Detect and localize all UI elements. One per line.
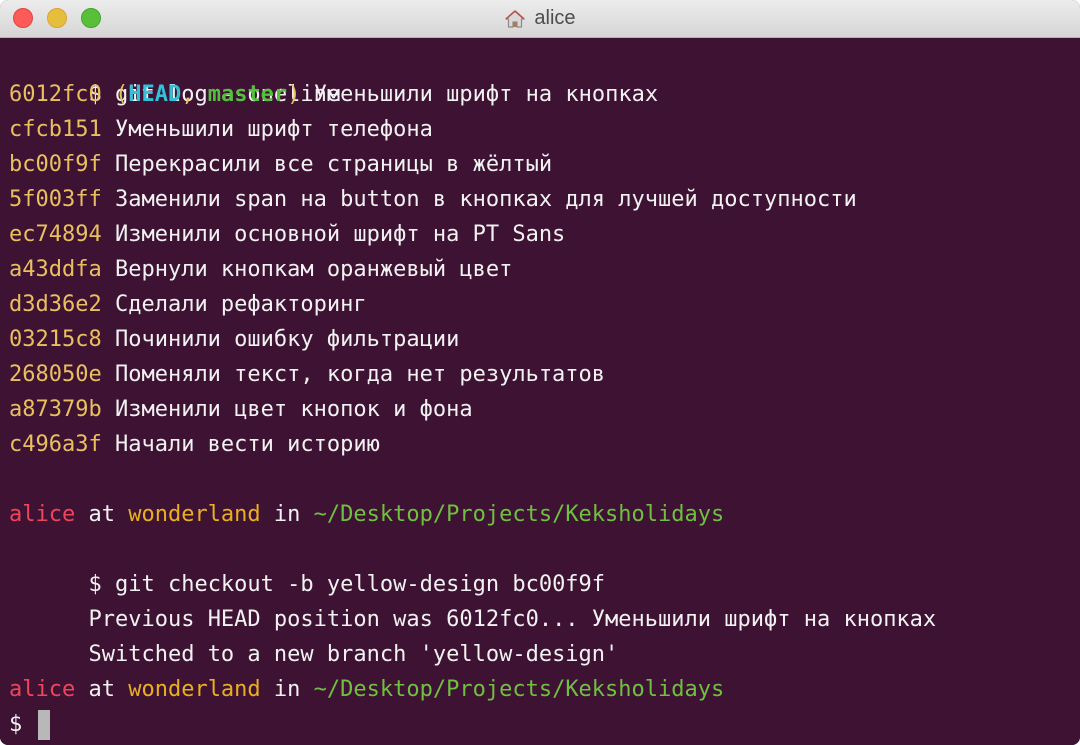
commit-message: Заменили span на button в кнопках для лу… bbox=[114, 187, 857, 212]
output-text: Switched to a new branch 'yellow-design' bbox=[88, 642, 619, 667]
terminal-window: alice $ git log --oneline 6012fc0 (HEAD,… bbox=[0, 0, 1080, 745]
prompt-symbol: $ bbox=[9, 712, 36, 737]
title-bar[interactable]: alice bbox=[0, 0, 1080, 38]
commit-message: Уменьшили шрифт на кнопках bbox=[313, 82, 659, 107]
commit-hash: d3d36e2 bbox=[9, 292, 102, 317]
prompt-in: in bbox=[260, 502, 314, 527]
commit-message: Сделали рефакторинг bbox=[114, 292, 367, 317]
prompt-path: ~/Desktop/Projects/Keksholidays bbox=[313, 677, 725, 702]
decoration-separator: , bbox=[181, 82, 208, 107]
commit-message: Уменьшили шрифт телефона bbox=[114, 117, 433, 142]
shell-prompt: alice at wonderland in ~/Desktop/Project… bbox=[9, 497, 1080, 532]
commit-message: Перекрасили все страницы в жёлтый bbox=[114, 152, 553, 177]
commit-message: Починили ошибку фильтрации bbox=[114, 327, 460, 352]
terminal-content[interactable]: $ git log --oneline 6012fc0 (HEAD, maste… bbox=[0, 38, 1080, 745]
log-entry: a43ddfa Вернули кнопкам оранжевый цвет bbox=[9, 252, 1080, 287]
commit-hash: 5f003ff bbox=[9, 187, 102, 212]
prompt-host: wonderland bbox=[128, 502, 261, 527]
commit-hash: a43ddfa bbox=[9, 257, 102, 282]
decoration-open: ( bbox=[114, 82, 129, 107]
log-entry: cfcb151 Уменьшили шрифт телефона bbox=[9, 112, 1080, 147]
head-ref: HEAD bbox=[128, 82, 182, 107]
commit-hash: a87379b bbox=[9, 397, 102, 422]
input-line[interactable]: $ bbox=[9, 707, 1080, 742]
log-entry: 5f003ff Заменили span на button в кнопка… bbox=[9, 182, 1080, 217]
commit-hash: bc00f9f bbox=[9, 152, 102, 177]
commit-message: Вернули кнопкам оранжевый цвет bbox=[114, 257, 513, 282]
prompt-path: ~/Desktop/Projects/Keksholidays bbox=[313, 502, 725, 527]
log-entry: bc00f9f Перекрасили все страницы в жёлты… bbox=[9, 147, 1080, 182]
text-cursor[interactable] bbox=[37, 710, 50, 740]
window-title-area: alice bbox=[0, 0, 1080, 37]
decoration-close: ) bbox=[287, 82, 301, 107]
commit-message: Начали вести историю bbox=[114, 432, 380, 457]
prompt-at: at bbox=[75, 677, 129, 702]
command-line: $ git log --oneline bbox=[9, 42, 1080, 107]
commit-hash: 03215c8 bbox=[9, 327, 102, 352]
commit-message: Изменили основной шрифт на PT Sans bbox=[114, 222, 566, 247]
log-entry: d3d36e2 Сделали рефакторинг bbox=[9, 287, 1080, 322]
commit-message: Изменили цвет кнопок и фона bbox=[114, 397, 473, 422]
commit-hash: c496a3f bbox=[9, 432, 102, 457]
prompt-user: alice bbox=[9, 677, 76, 702]
log-entry: 03215c8 Починили ошибку фильтрации bbox=[9, 322, 1080, 357]
command-text: $ git checkout -b yellow-design bc00f9f bbox=[88, 572, 606, 597]
commit-hash: ec74894 bbox=[9, 222, 102, 247]
prompt-host: wonderland bbox=[128, 677, 261, 702]
log-entry: 6012fc0 (HEAD, master) Уменьшили шрифт н… bbox=[9, 77, 1080, 112]
prompt-user: alice bbox=[9, 502, 76, 527]
log-entry: ec74894 Изменили основной шрифт на PT Sa… bbox=[9, 217, 1080, 252]
commit-hash: 6012fc0 bbox=[9, 82, 102, 107]
prompt-at: at bbox=[75, 502, 129, 527]
shell-prompt: alice at wonderland in ~/Desktop/Project… bbox=[9, 672, 1080, 707]
log-entry: 268050e Поменяли текст, когда нет резуль… bbox=[9, 357, 1080, 392]
prompt-in: in bbox=[260, 677, 314, 702]
commit-hash: cfcb151 bbox=[9, 117, 102, 142]
window-title: alice bbox=[534, 7, 576, 29]
log-entry: c496a3f Начали вести историю bbox=[9, 427, 1080, 462]
command-line: $ git checkout -b yellow-design bc00f9f bbox=[9, 532, 1080, 597]
commit-hash: 268050e bbox=[9, 362, 102, 387]
log-entry: a87379b Изменили цвет кнопок и фона bbox=[9, 392, 1080, 427]
branch-ref: master bbox=[207, 82, 288, 107]
output-text: Previous HEAD position was 6012fc0... Ум… bbox=[88, 607, 937, 632]
home-icon bbox=[504, 9, 526, 29]
commit-message: Поменяли текст, когда нет результатов bbox=[114, 362, 606, 387]
